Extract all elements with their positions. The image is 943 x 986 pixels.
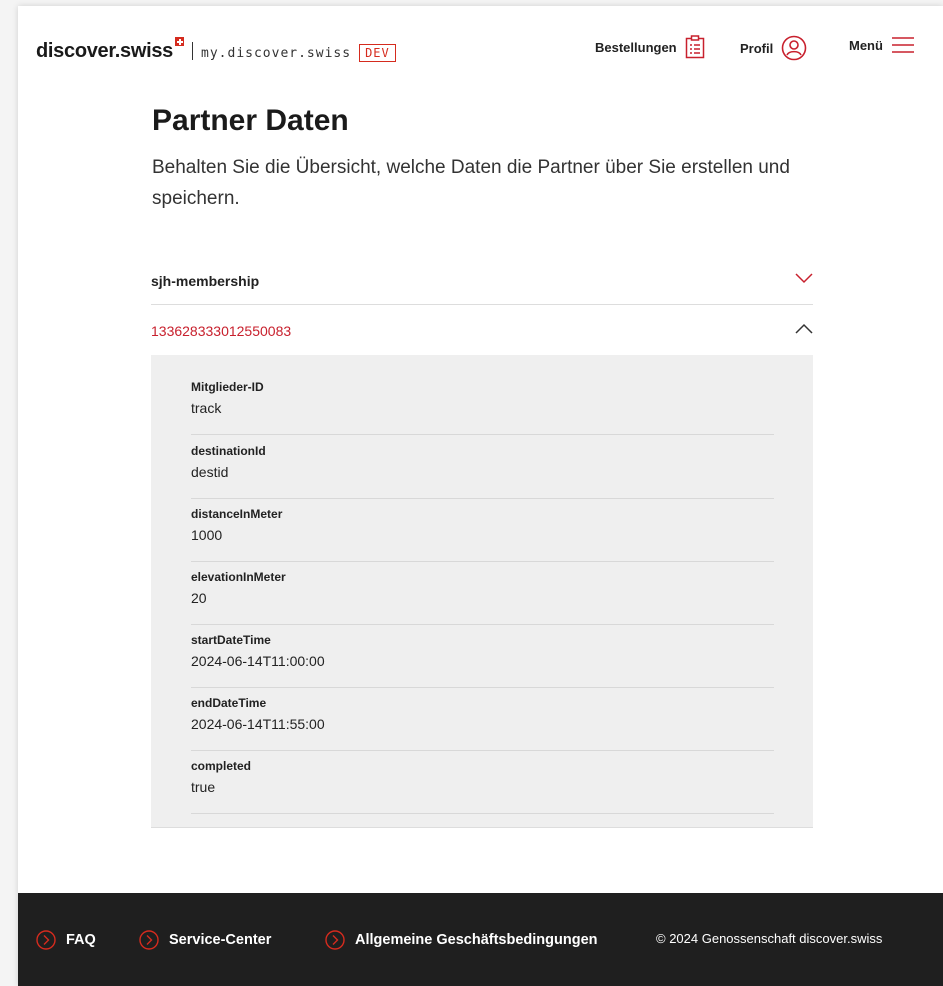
field-label: distanceInMeter <box>191 507 283 521</box>
field-label: elevationInMeter <box>191 570 286 584</box>
circle-chevron-right-icon <box>36 930 56 950</box>
circle-chevron-right-icon <box>139 930 159 950</box>
field-start-datetime: startDateTime 2024-06-14T11:00:00 <box>191 624 774 688</box>
footer-link-label: FAQ <box>66 932 96 948</box>
nav-orders[interactable]: Bestellungen <box>595 35 705 59</box>
field-value: destid <box>191 464 229 480</box>
field-label: Mitglieder-ID <box>191 380 264 394</box>
chevron-down-icon <box>795 273 813 284</box>
header: discover.swiss my.discover.swiss DEV Bes… <box>18 6 943 86</box>
nav-menu-label: Menü <box>849 37 883 53</box>
nav-menu[interactable]: Menü <box>849 35 915 55</box>
nav-orders-label: Bestellungen <box>595 39 677 55</box>
accordion-item-label: sjh-membership <box>151 273 260 289</box>
field-value: true <box>191 779 216 795</box>
swiss-flag-icon <box>175 37 185 46</box>
logo-divider <box>192 42 194 60</box>
footer-link-label: Service-Center <box>169 932 272 948</box>
field-value: 1000 <box>191 527 223 543</box>
page: discover.swiss my.discover.swiss DEV Bes… <box>18 6 943 986</box>
field-value: 2024-06-14T11:55:00 <box>191 716 325 732</box>
field-value: 2024-06-14T11:00:00 <box>191 653 325 669</box>
hamburger-menu-icon <box>891 37 914 53</box>
field-label: destinationId <box>191 444 266 458</box>
field-value: track <box>191 400 222 416</box>
subdomain-label: my.discover.swiss <box>201 46 352 61</box>
copyright: © 2024 Genossenschaft discover.swiss <box>656 931 883 946</box>
accordion-item-sjh-membership[interactable]: sjh-membership <box>151 258 813 305</box>
field-value: 20 <box>191 590 207 606</box>
field-member-id: Mitglieder-ID track <box>191 371 774 435</box>
footer-link-faq[interactable]: FAQ <box>36 930 96 950</box>
footer-link-service-center[interactable]: Service-Center <box>139 930 271 950</box>
accordion-item-record[interactable]: 133628333012550083 <box>151 305 813 355</box>
footer: FAQ Service-Center Allgemeine Geschäftsb… <box>18 893 943 986</box>
footer-link-terms[interactable]: Allgemeine Geschäftsbedingungen <box>325 930 598 950</box>
nav-profile-label: Profil <box>740 40 774 56</box>
page-title: Partner Daten <box>152 104 349 137</box>
nav-profile[interactable]: Profil <box>740 35 807 61</box>
circle-chevron-right-icon <box>325 930 345 950</box>
user-circle-icon <box>781 35 807 61</box>
logo[interactable]: discover.swiss my.discover.swiss DEV <box>36 37 396 63</box>
field-completed: completed true <box>191 750 774 814</box>
field-elevation: elevationInMeter 20 <box>191 561 774 625</box>
field-distance: distanceInMeter 1000 <box>191 498 774 562</box>
chevron-up-icon <box>795 323 813 334</box>
clipboard-icon <box>685 35 704 59</box>
page-subtitle: Behalten Sie die Übersicht, welche Daten… <box>152 157 790 209</box>
field-end-datetime: endDateTime 2024-06-14T11:55:00 <box>191 687 774 751</box>
logo-text: discover.swiss <box>36 40 174 62</box>
field-destination-id: destinationId destid <box>191 435 774 499</box>
accordion-item-label: 133628333012550083 <box>151 323 292 339</box>
env-badge: DEV <box>359 44 396 62</box>
accordion-panel: Mitglieder-ID track destinationId destid… <box>151 355 813 828</box>
field-label: startDateTime <box>191 633 271 647</box>
footer-link-label: Allgemeine Geschäftsbedingungen <box>355 932 598 948</box>
field-label: completed <box>191 759 252 773</box>
field-label: endDateTime <box>191 696 267 710</box>
